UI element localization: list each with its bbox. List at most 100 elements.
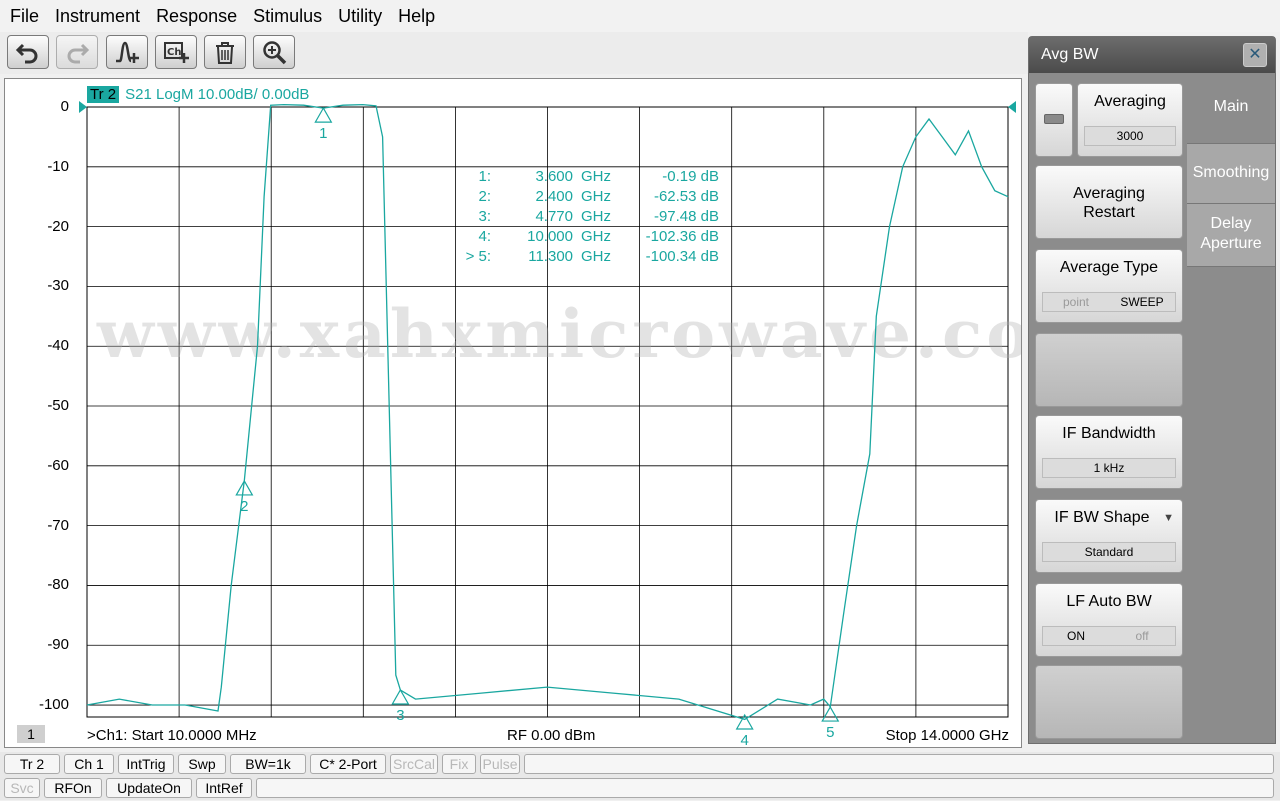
average-type-sweep[interactable]: SWEEP (1109, 293, 1175, 311)
status-bar-filler (524, 754, 1274, 774)
add-marker-button[interactable] (106, 35, 148, 69)
tab-main[interactable]: Main (1187, 73, 1275, 141)
marker-readout-row: 4: 10.000 GHz -102.36 dB (451, 227, 719, 247)
start-frequency[interactable]: >Ch1: Start 10.0000 MHz (87, 727, 257, 744)
marker-id: 1: (478, 168, 491, 185)
trace-description: S21 LogM 10.00dB/ 0.00dB (125, 86, 310, 103)
measurement-chart[interactable]: www.xahxmicrowave.com 12345 0 -10 -20 -30 -4… (4, 78, 1022, 748)
menu-response[interactable]: Response (148, 0, 245, 32)
marker-id: 2: (478, 188, 491, 205)
marker-unit: GHz (581, 228, 611, 245)
averaging-restart-label: Averaging Restart (1073, 185, 1145, 221)
marker-value: -0.19 dB (662, 168, 719, 185)
status-button-fix[interactable]: Fix (442, 754, 476, 774)
marker-triangle[interactable] (391, 688, 410, 705)
if-bw-shape-label: IF BW Shape (1054, 509, 1150, 526)
marker-id: 3: (478, 208, 491, 225)
marker-unit: GHz (581, 208, 611, 225)
lf-auto-bw-toggle[interactable]: ON off (1042, 626, 1176, 646)
marker-label: 2 (240, 498, 248, 515)
if-bandwidth-button[interactable]: IF Bandwidth 1 kHz (1035, 415, 1183, 489)
status-bar-row-1: Tr 2 Ch 1 IntTrig Swp BW=1k C* 2-Port SrcCal Fi… (0, 752, 1280, 776)
panel-title: Avg BW (1029, 37, 1275, 73)
zoom-in-icon (263, 41, 287, 65)
status-button-c-2-port[interactable]: C* 2-Port (310, 754, 386, 774)
tab-delay-aperture[interactable]: Delay Aperture (1187, 203, 1275, 267)
averaging-toggle-button[interactable] (1035, 83, 1073, 157)
status-button-rfon[interactable]: RFOn (44, 778, 102, 798)
channel-number[interactable]: 1 (17, 725, 45, 743)
status-button-intref[interactable]: IntRef (196, 778, 252, 798)
averaging-button[interactable]: Averaging 3000 (1077, 83, 1183, 157)
status-button-swp[interactable]: Swp (178, 754, 226, 774)
trace-label[interactable]: Tr 2 S21 LogM 10.00dB/ 0.00dB (87, 86, 309, 103)
average-type-button[interactable]: Average Type point SWEEP (1035, 249, 1183, 323)
marker-readout-row: > 5: 11.300 GHz -100.34 dB (451, 247, 719, 267)
reference-left-arrow (79, 101, 87, 113)
channel-status-line: 1 >Ch1: Start 10.0000 MHz RF 0.00 dBm St… (5, 723, 1021, 747)
y-tick-label: 0 (60, 98, 69, 115)
status-button-inttrig[interactable]: IntTrig (118, 754, 174, 774)
status-button-svc[interactable]: Svc (4, 778, 40, 798)
lf-auto-bw-on[interactable]: ON (1043, 627, 1109, 645)
stop-frequency[interactable]: Stop 14.0000 GHz (886, 727, 1009, 744)
tab-smoothing[interactable]: Smoothing (1187, 143, 1275, 203)
y-tick-label: -50 (47, 397, 69, 415)
dropdown-arrow-icon: ▼ (1163, 512, 1174, 524)
status-button-bw-1k[interactable]: BW=1k (230, 754, 306, 774)
y-tick-label: -20 (47, 217, 69, 235)
marker-readout-row: 1: 3.600 GHz -0.19 dB (451, 167, 719, 187)
if-bw-shape-button[interactable]: IF BW Shape ▼ Standard (1035, 499, 1183, 573)
marker-readout-row: 3: 4.770 GHz -97.48 dB (451, 207, 719, 227)
menu-stimulus[interactable]: Stimulus (245, 0, 330, 32)
average-type-point[interactable]: point (1043, 293, 1109, 311)
if-bw-shape-value[interactable]: Standard (1042, 542, 1176, 562)
marker-frequency: 11.300 (528, 248, 573, 265)
marker-readout-row: 2: 2.400 GHz -62.53 dB (451, 187, 719, 207)
redo-button[interactable] (56, 35, 98, 69)
menu-help[interactable]: Help (390, 0, 443, 32)
close-icon[interactable]: ✕ (1243, 43, 1267, 67)
average-type-label: Average Type (1059, 259, 1159, 276)
delete-button[interactable] (204, 35, 246, 69)
menu-utility[interactable]: Utility (330, 0, 390, 32)
status-button-pulse[interactable]: Pulse (480, 754, 520, 774)
redo-arrow-icon (67, 43, 90, 64)
marker-value: -102.36 dB (645, 228, 719, 245)
trace-tag[interactable]: Tr 2 (87, 86, 120, 103)
toolbar: Ch (0, 32, 1028, 74)
svg-text:Ch: Ch (167, 47, 181, 58)
status-button-tr-2[interactable]: Tr 2 (4, 754, 60, 774)
status-button-updateon[interactable]: UpdateOn (106, 778, 192, 798)
marker-frequency: 3.600 (535, 168, 573, 185)
if-bandwidth-value[interactable]: 1 kHz (1042, 458, 1176, 478)
status-button-srccal[interactable]: SrcCal (390, 754, 438, 774)
empty-softkey-2 (1035, 665, 1183, 739)
average-type-toggle[interactable]: point SWEEP (1042, 292, 1176, 312)
lf-auto-bw-off[interactable]: off (1109, 627, 1175, 645)
undo-arrow-icon (15, 43, 38, 64)
avg-bw-panel: Avg BW ✕ Averaging 3000 Averaging Restar… (1028, 36, 1276, 744)
marker-id: 4: (478, 228, 491, 245)
menu-instrument[interactable]: Instrument (47, 0, 148, 32)
marker-triangle[interactable] (314, 106, 333, 123)
averaging-restart-button[interactable]: Averaging Restart (1035, 165, 1183, 239)
reference-right-arrow (1008, 101, 1016, 113)
undo-button[interactable] (7, 35, 49, 69)
watermark: www.xahxmicrowave.com (96, 295, 1021, 373)
averaging-value[interactable]: 3000 (1084, 126, 1176, 146)
menu-file[interactable]: File (2, 0, 47, 32)
marker-frequency: 10.000 (527, 228, 573, 245)
trash-icon (216, 42, 234, 64)
zoom-button[interactable] (253, 35, 295, 69)
status-button-ch-1[interactable]: Ch 1 (64, 754, 114, 774)
averaging-label: Averaging (1094, 93, 1166, 110)
marker-triangle[interactable] (821, 705, 840, 722)
y-tick-label: -100 (38, 696, 69, 714)
lf-auto-bw-button[interactable]: LF Auto BW ON off (1035, 583, 1183, 657)
marker-id: > 5: (465, 248, 491, 265)
y-tick-label: -80 (47, 576, 69, 594)
add-channel-button[interactable]: Ch (155, 35, 197, 69)
rf-power[interactable]: RF 0.00 dBm (507, 727, 595, 744)
y-tick-label: -30 (47, 277, 69, 295)
